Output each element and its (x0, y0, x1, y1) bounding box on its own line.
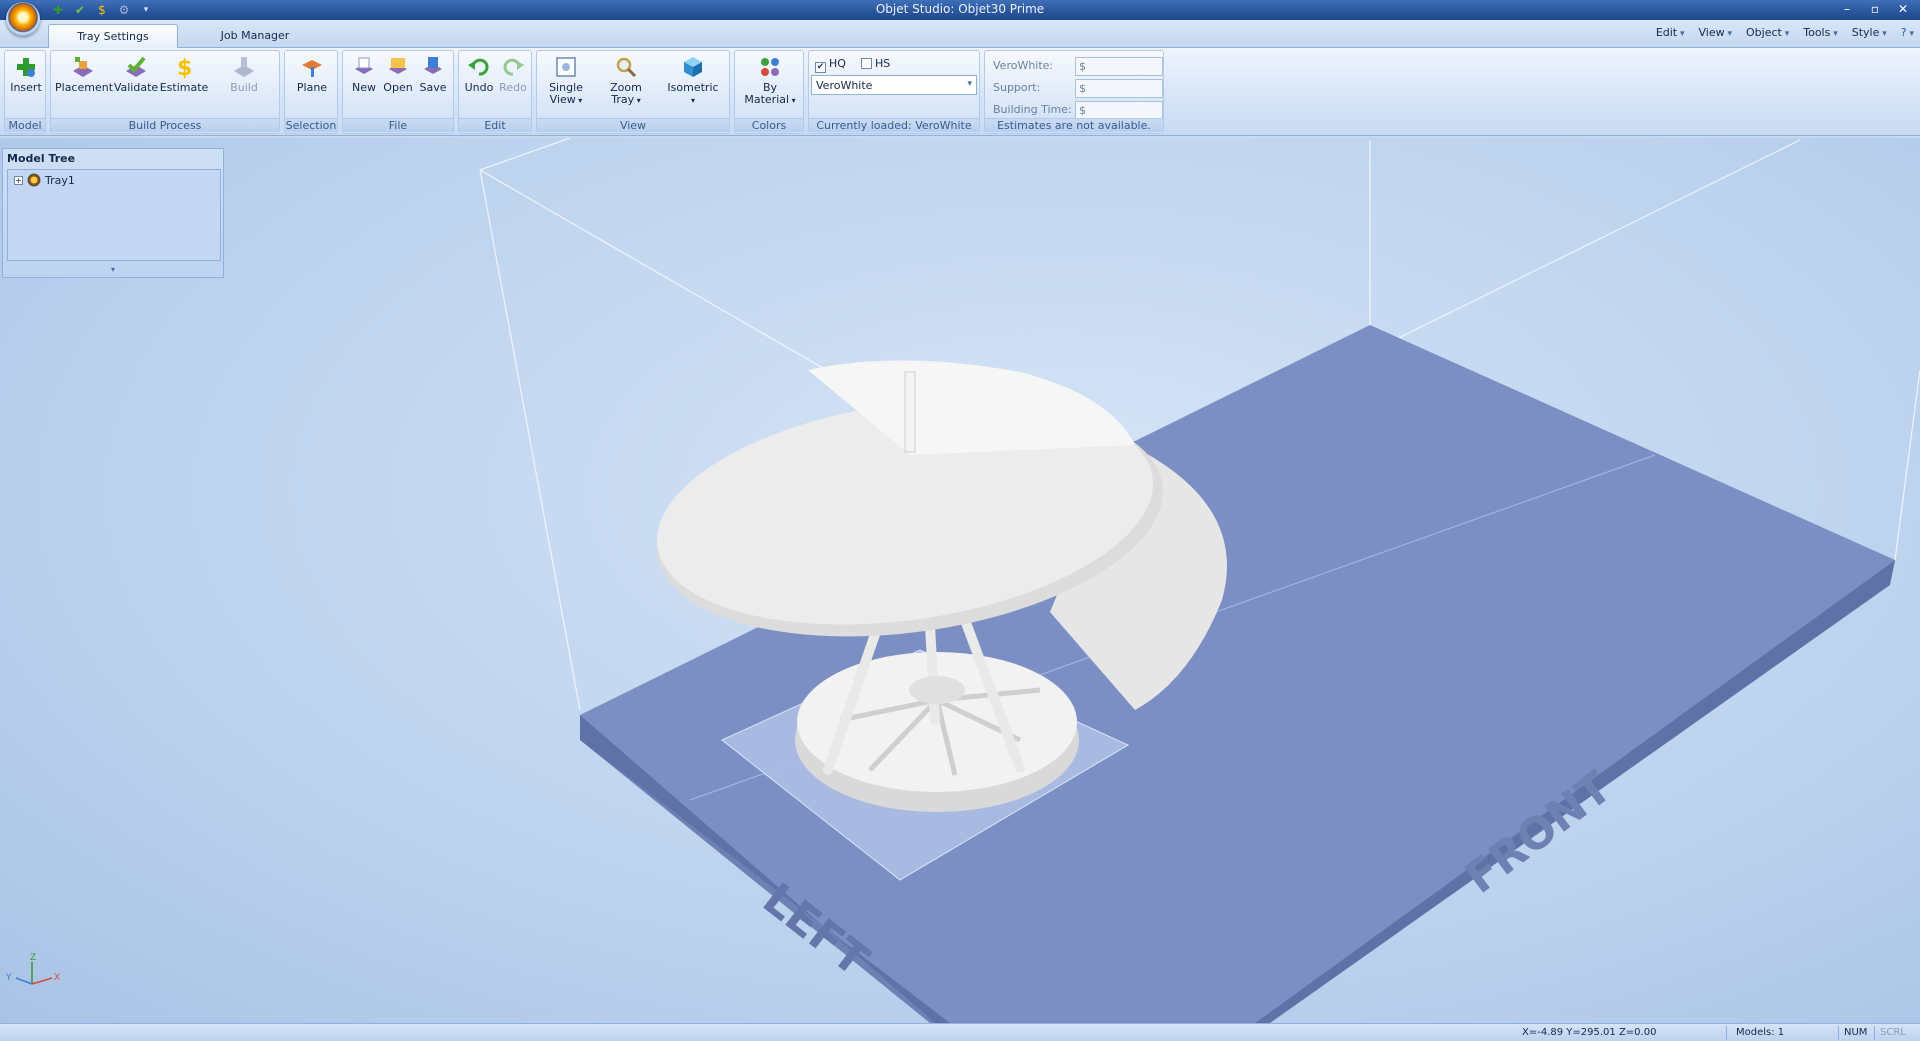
model-tree-panel: Model Tree + Tray1 ▾ (2, 148, 224, 278)
single-view-icon (556, 57, 576, 77)
group-label-view: View (537, 118, 729, 132)
status-bar: X=-4.89 Y=295.01 Z=0.00 Models: 1 NUM SC… (0, 1023, 1920, 1041)
validate-icon (126, 56, 146, 77)
save-disk-icon (424, 57, 442, 74)
plane-button[interactable]: Plane (291, 55, 333, 94)
group-label-edit: Edit (459, 118, 531, 132)
menu-tools[interactable]: Tools (1803, 26, 1838, 39)
num-lock-indicator: NUM (1844, 1027, 1868, 1038)
group-selection: Plane Selection (284, 50, 338, 134)
axis-label-y: Y (5, 973, 12, 983)
ribbon-tab-row: Tray Settings Job Manager Edit View Obje… (0, 20, 1920, 48)
group-build-process: Placement Validate $ Estimate Build Buil… (50, 50, 280, 134)
material-select[interactable]: VeroWhite (811, 75, 977, 95)
menu-bar: Edit View Object Tools Style ? (1656, 26, 1914, 39)
title-bar: ✚ ✔ $ ⚙ ▾ Objet Studio: Objet30 Prime – … (0, 0, 1920, 20)
ribbon: Insert Model Placement Validate $ Estima… (0, 48, 1920, 136)
minimize-icon[interactable]: – (1834, 0, 1860, 17)
cursor-coordinates: X=-4.89 Y=295.01 Z=0.00 (1522, 1027, 1657, 1038)
model-rotor-shaft (904, 371, 916, 453)
group-label-file: File (343, 118, 453, 132)
group-view: Single View Zoom Tray Isometric View (536, 50, 730, 134)
help-icon[interactable]: ? (1901, 26, 1914, 39)
single-view-button[interactable]: Single View (543, 55, 589, 107)
menu-style[interactable]: Style (1852, 26, 1887, 39)
tab-job-manager[interactable]: Job Manager (195, 24, 315, 48)
by-material-button[interactable]: By Material (741, 55, 799, 107)
tree-node-tray1[interactable]: + Tray1 (14, 173, 75, 187)
model-tree-title: Model Tree (7, 152, 76, 165)
axis-triad: Z X Y (5, 953, 60, 985)
dollar-icon: $ (177, 56, 192, 79)
scroll-lock-indicator: SCRL (1880, 1027, 1906, 1038)
group-material-mode: ✔HQ HS VeroWhite Currently loaded: VeroW… (808, 50, 980, 134)
menu-object[interactable]: Object (1746, 26, 1789, 39)
hs-checkbox[interactable]: HS (861, 57, 890, 70)
3d-viewport[interactable]: LEFT FRONT Z X Y (0, 138, 1920, 1023)
redo-arrow-icon (503, 58, 524, 76)
group-label-model: Model (5, 118, 45, 132)
tree-expand-icon[interactable]: + (14, 175, 23, 185)
group-label-selection: Selection (285, 118, 337, 132)
isometric-cube-icon (684, 57, 702, 77)
group-label-build-process: Build Process (51, 118, 279, 132)
group-file: New Open Save File (342, 50, 454, 134)
menu-view[interactable]: View (1699, 26, 1733, 39)
insert-button[interactable]: Insert (8, 55, 44, 94)
zoom-tray-button[interactable]: Zoom Tray (603, 55, 649, 107)
new-file-icon (355, 57, 373, 74)
undo-arrow-icon (468, 58, 489, 76)
maximize-icon[interactable]: ▫ (1862, 0, 1888, 17)
group-estimates: VeroWhite: $ Support: $ Building Time: $… (984, 50, 1164, 134)
undo-button[interactable]: Undo (462, 55, 496, 94)
hq-checkbox[interactable]: ✔ HQ (815, 57, 846, 73)
window-controls: – ▫ ✕ (1834, 0, 1916, 17)
window-title: Objet Studio: Objet30 Prime (875, 2, 1045, 16)
estimates-status: Estimates are not available. (985, 118, 1163, 132)
estimate-row-support: Support: $ (993, 79, 1163, 101)
build-button[interactable]: Build (219, 55, 269, 94)
estimate-row-verowhite: VeroWhite: $ (993, 57, 1163, 79)
support-cost-field: $ (1075, 79, 1163, 98)
group-label-colors: Colors (735, 118, 803, 132)
model-hub (909, 676, 965, 704)
tray-icon (27, 173, 41, 187)
material-palette-icon (761, 58, 779, 76)
model-tree-list: + Tray1 (7, 169, 221, 261)
placement-button[interactable]: Placement (55, 55, 113, 94)
models-count: Models: 1 (1736, 1027, 1785, 1038)
loaded-material-status: Currently loaded: VeroWhite (809, 118, 979, 132)
model-tree-collapse-icon[interactable]: ▾ (7, 265, 219, 275)
build-icon (234, 57, 254, 77)
close-icon[interactable]: ✕ (1890, 0, 1916, 17)
group-edit: Undo Redo Edit (458, 50, 532, 134)
redo-button[interactable]: Redo (496, 55, 530, 94)
menu-edit[interactable]: Edit (1656, 26, 1685, 39)
application-menu-orb[interactable] (6, 2, 40, 36)
group-colors: By Material Colors (734, 50, 804, 134)
axis-label-z: Z (30, 953, 36, 963)
hq-check-icon: ✔ (815, 62, 826, 73)
axis-label-x: X (54, 973, 60, 983)
isometric-button[interactable]: Isometric (661, 55, 725, 107)
validate-button[interactable]: Validate (111, 55, 161, 94)
zoom-magnifier-icon (616, 57, 637, 78)
open-button[interactable]: Open (381, 55, 415, 94)
open-folder-icon (389, 58, 407, 74)
plane-icon (302, 60, 322, 77)
insert-icon (17, 58, 35, 77)
verowhite-cost-field: $ (1075, 57, 1163, 76)
tab-tray-settings[interactable]: Tray Settings (48, 24, 178, 48)
placement-icon (73, 57, 93, 77)
save-button[interactable]: Save (415, 55, 451, 94)
hs-check-icon (861, 58, 872, 69)
new-button[interactable]: New (347, 55, 381, 94)
group-model: Insert Model (4, 50, 46, 134)
estimate-button[interactable]: $ Estimate (159, 55, 209, 94)
tray-scene: LEFT FRONT (479, 138, 1920, 1023)
svg-text:$: $ (177, 56, 192, 79)
